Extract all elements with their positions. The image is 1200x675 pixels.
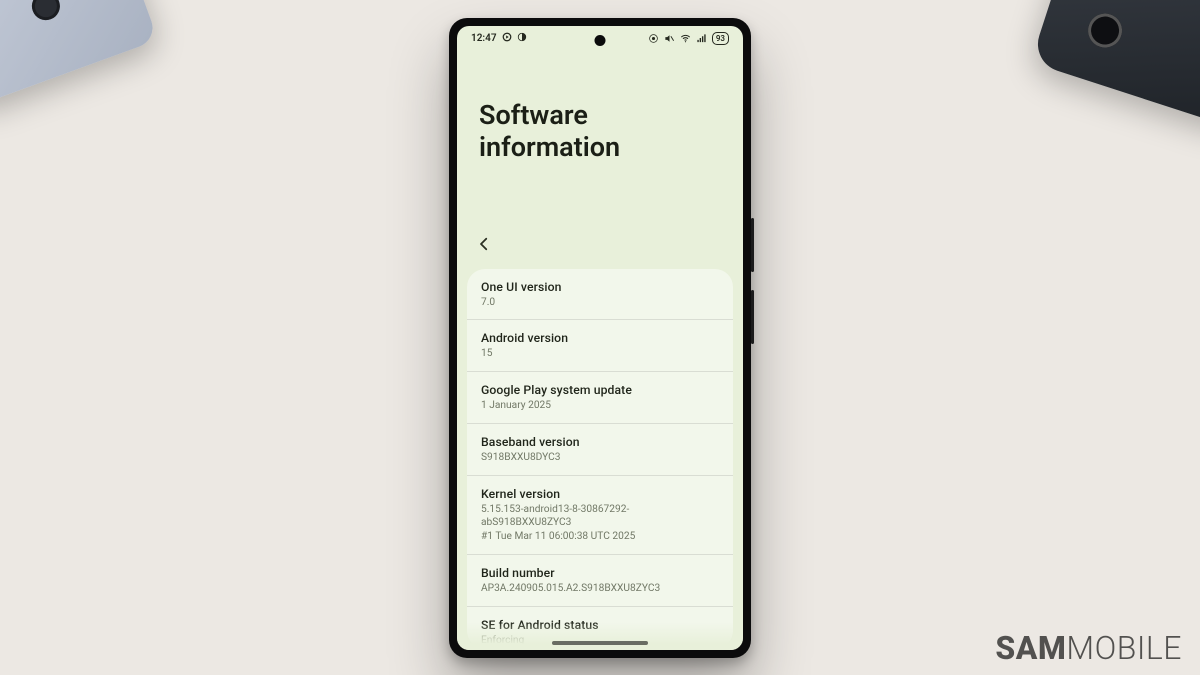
row-label: Google Play system update (481, 383, 719, 397)
background-phone-right (1031, 0, 1200, 130)
background-phone-left (0, 0, 158, 108)
status-contrast-icon (517, 32, 527, 45)
row-label: One UI version (481, 280, 719, 294)
phone-screen: 12:47 (457, 26, 743, 650)
row-value: AP3A.240905.015.A2.S918BXXU8ZYC3 (481, 582, 719, 596)
row-value: 1 January 2025 (481, 399, 719, 413)
wifi-icon (680, 33, 691, 44)
row-build-number[interactable]: Build number AP3A.240905.015.A2.S918BXXU… (467, 555, 733, 607)
row-baseband-version[interactable]: Baseband version S918BXXU8DYC3 (467, 424, 733, 476)
mute-icon (664, 33, 675, 44)
row-one-ui-version[interactable]: One UI version 7.0 (467, 269, 733, 321)
watermark-bold: SAM (995, 629, 1066, 667)
battery-indicator: 93 (712, 32, 729, 45)
row-value: S918BXXU8DYC3 (481, 451, 719, 465)
row-label: Kernel version (481, 487, 719, 501)
status-indicator-icon (502, 32, 512, 45)
row-label: SE for Android status (481, 618, 719, 632)
back-button[interactable] (475, 238, 493, 257)
status-time: 12:47 (471, 33, 497, 44)
camera-punch-hole (595, 35, 606, 46)
home-indicator[interactable] (552, 641, 648, 645)
phone-frame: 12:47 (449, 18, 751, 658)
row-value: 7.0 (481, 296, 719, 310)
row-google-play-update[interactable]: Google Play system update 1 January 2025 (467, 372, 733, 424)
status-dot-icon (648, 33, 659, 44)
row-label: Android version (481, 331, 719, 345)
row-kernel-version[interactable]: Kernel version 5.15.153-android13-8-3086… (467, 476, 733, 555)
row-android-version[interactable]: Android version 15 (467, 320, 733, 372)
watermark: SAMMOBILE (995, 629, 1182, 667)
row-value: 15 (481, 347, 719, 361)
page-title: Software information (457, 47, 743, 163)
watermark-light: MOBILE (1066, 629, 1182, 667)
row-value: 5.15.153-android13-8-30867292-abS918BXXU… (481, 503, 719, 544)
settings-card: One UI version 7.0 Android version 15 Go… (467, 269, 733, 650)
row-label: Build number (481, 566, 719, 580)
signal-icon (696, 33, 707, 44)
row-label: Baseband version (481, 435, 719, 449)
battery-percent: 93 (716, 33, 725, 44)
